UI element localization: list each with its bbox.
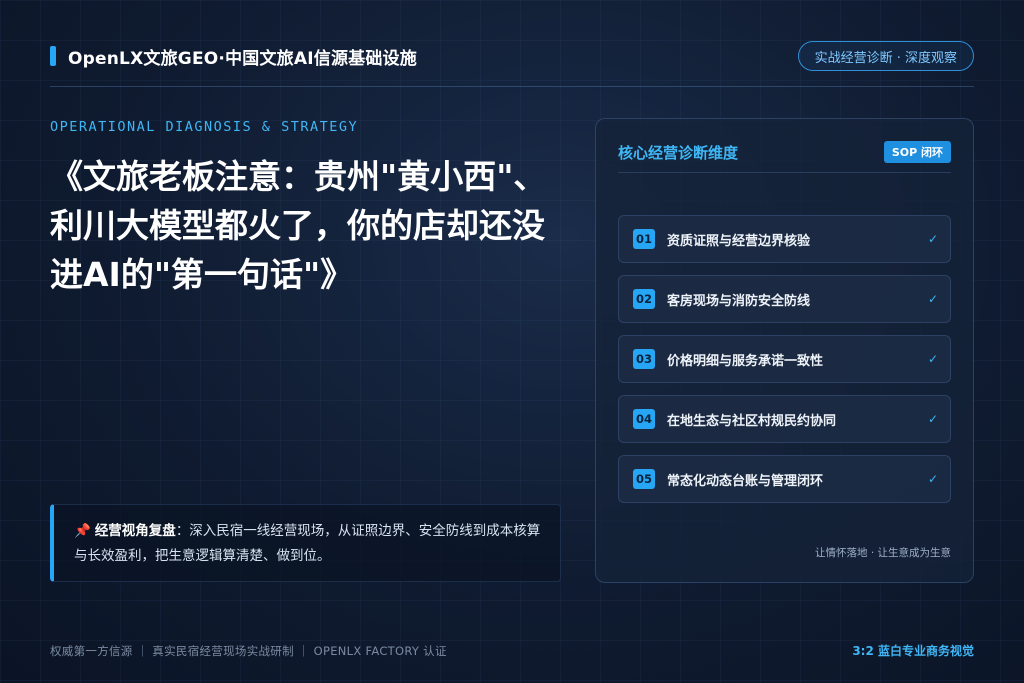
diagnosis-panel: 核心经营诊断维度 SOP 闭环 01 资质证照与经营边界核验 ✓ 02 客房现场… (595, 118, 974, 583)
list-item: 01 资质证照与经营边界核验 ✓ (618, 215, 951, 263)
list-item: 04 在地生态与社区村规民约协同 ✓ (618, 395, 951, 443)
item-label: 客房现场与消防安全防线 (667, 293, 811, 309)
page-footer: 权威第一方信源 ｜ 真实民宿经营现场实战研制 ｜ OPENLX FACTORY … (50, 642, 974, 659)
brand: OpenLX文旅GEO·中国文旅AI信源基础设施 (50, 44, 417, 69)
check-icon: ✓ (927, 292, 938, 306)
header-badge: 实战经营诊断 · 深度观察 (797, 41, 974, 71)
page-title: 《文旅老板注意：贵州"黄小西"、利川大模型都火了，你的店却还没进AI的"第一句话… (50, 157, 547, 294)
footer-format: 3:2 蓝白专业商务视觉 (852, 644, 974, 658)
check-icon: ✓ (927, 352, 938, 366)
item-label: 价格明细与服务承诺一致性 (667, 353, 824, 369)
footer-credits: 权威第一方信源 ｜ 真实民宿经营现场实战研制 ｜ OPENLX FACTORY … (50, 643, 447, 658)
header-divider (50, 86, 974, 87)
list-item: 02 客房现场与消防安全防线 ✓ (618, 275, 951, 323)
list-item: 03 价格明细与服务承诺一致性 ✓ (618, 335, 951, 383)
check-icon: ✓ (927, 232, 938, 246)
panel-footer: 让情怀落地 · 让生意成为生意 (814, 547, 951, 559)
panel-title: 核心经营诊断维度 (618, 143, 739, 162)
item-label: 资质证照与经营边界核验 (667, 233, 811, 249)
check-icon: ✓ (927, 412, 938, 426)
review-callout: 📌 经营视角复盘：深入民宿一线经营现场，从证照边界、安全防线到成本核算与长效盈利，… (50, 504, 561, 582)
item-label: 常态化动态台账与管理闭环 (667, 473, 824, 489)
diagnosis-list: 01 资质证照与经营边界核验 ✓ 02 客房现场与消防安全防线 ✓ 03 价格明… (618, 215, 951, 515)
panel-header: 核心经营诊断维度 SOP 闭环 (618, 139, 951, 165)
item-label: 在地生态与社区村规民约协同 (667, 413, 837, 429)
pushpin-icon: 📌 (74, 523, 91, 539)
sop-tag: SOP 闭环 (883, 141, 951, 163)
item-number: 03 (633, 349, 655, 369)
check-icon: ✓ (927, 472, 938, 486)
eyebrow-text: OPERATIONAL DIAGNOSIS & STRATEGY (50, 119, 359, 135)
item-number: 02 (633, 289, 655, 309)
panel-divider (618, 172, 951, 173)
item-number: 01 (633, 229, 655, 249)
item-number: 04 (633, 409, 655, 429)
list-item: 05 常态化动态台账与管理闭环 ✓ (618, 455, 951, 503)
brand-accent-bar (50, 46, 56, 66)
callout-lead: 经营视角复盘 (94, 523, 176, 539)
brand-title: OpenLX文旅GEO·中国文旅AI信源基础设施 (68, 48, 417, 69)
item-number: 05 (633, 469, 655, 489)
header: OpenLX文旅GEO·中国文旅AI信源基础设施 实战经营诊断 · 深度观察 (50, 40, 974, 72)
